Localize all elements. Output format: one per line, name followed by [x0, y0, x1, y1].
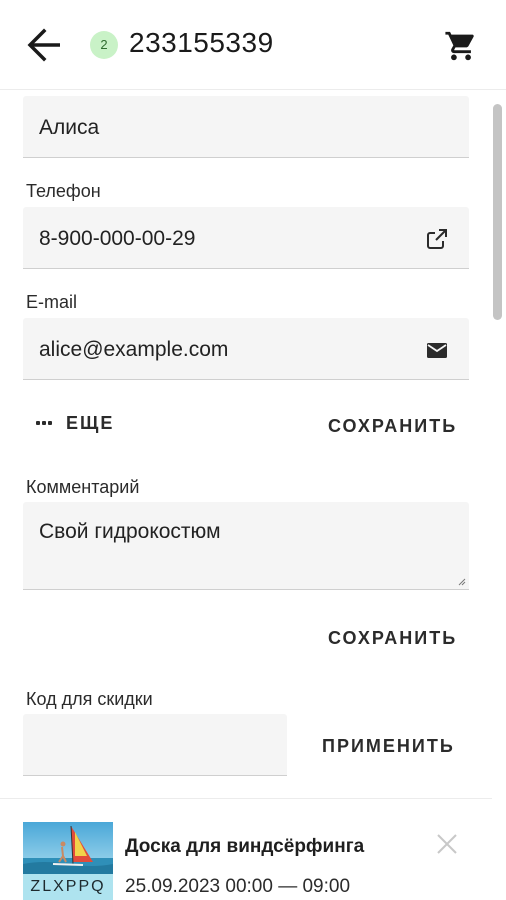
cart-button[interactable]: [444, 29, 478, 63]
discount-code-input[interactable]: [23, 714, 287, 776]
more-label: ЕЩЕ: [66, 413, 115, 433]
item-title: Доска для виндсёрфинга: [125, 836, 365, 857]
back-button[interactable]: [26, 28, 64, 62]
comment-label: Комментарий: [26, 477, 140, 497]
external-link-icon[interactable]: [425, 227, 449, 251]
scrollbar[interactable]: [493, 104, 502, 320]
discount-label: Код для скидки: [26, 689, 153, 709]
order-status-badge: 2: [90, 31, 118, 59]
section-divider: [0, 798, 492, 799]
save-contact-button[interactable]: СОХРАНИТЬ: [328, 416, 457, 437]
email-label: E-mail: [26, 292, 78, 312]
arrow-left-icon: [27, 28, 60, 62]
name-field[interactable]: Алиса: [23, 96, 469, 158]
order-number: 233155339: [129, 27, 274, 58]
name-value: Алиса: [39, 116, 100, 139]
save-comment-button[interactable]: СОХРАНИТЬ: [328, 628, 457, 649]
item-thumbnail[interactable]: ZLXPPQ: [23, 822, 113, 900]
comment-field[interactable]: Свой гидрокостюм: [23, 502, 469, 590]
cart-icon: [445, 31, 474, 61]
remove-item-button[interactable]: [436, 833, 458, 855]
phone-field[interactable]: 8-900-000-00-29: [23, 207, 469, 269]
phone-label: Телефон: [26, 181, 101, 201]
booking-code: ZLXPPQ: [23, 874, 113, 900]
comment-value: Свой гидрокостюм: [39, 520, 221, 543]
app-header: 2 233155339: [0, 0, 506, 90]
apply-discount-button[interactable]: ПРИМЕНИТЬ: [322, 736, 455, 757]
email-value: alice@example.com: [39, 338, 229, 361]
resize-handle-icon[interactable]: [458, 578, 466, 586]
more-button[interactable]: ЕЩЕ: [36, 413, 114, 434]
envelope-icon[interactable]: [425, 338, 449, 362]
more-dots-icon: [36, 409, 54, 430]
item-date: 25.09.2023 00:00 — 09:00: [125, 876, 351, 897]
email-field[interactable]: alice@example.com: [23, 318, 469, 380]
phone-value: 8-900-000-00-29: [39, 227, 196, 250]
close-icon: [437, 834, 457, 854]
windsurf-image: [23, 822, 113, 874]
